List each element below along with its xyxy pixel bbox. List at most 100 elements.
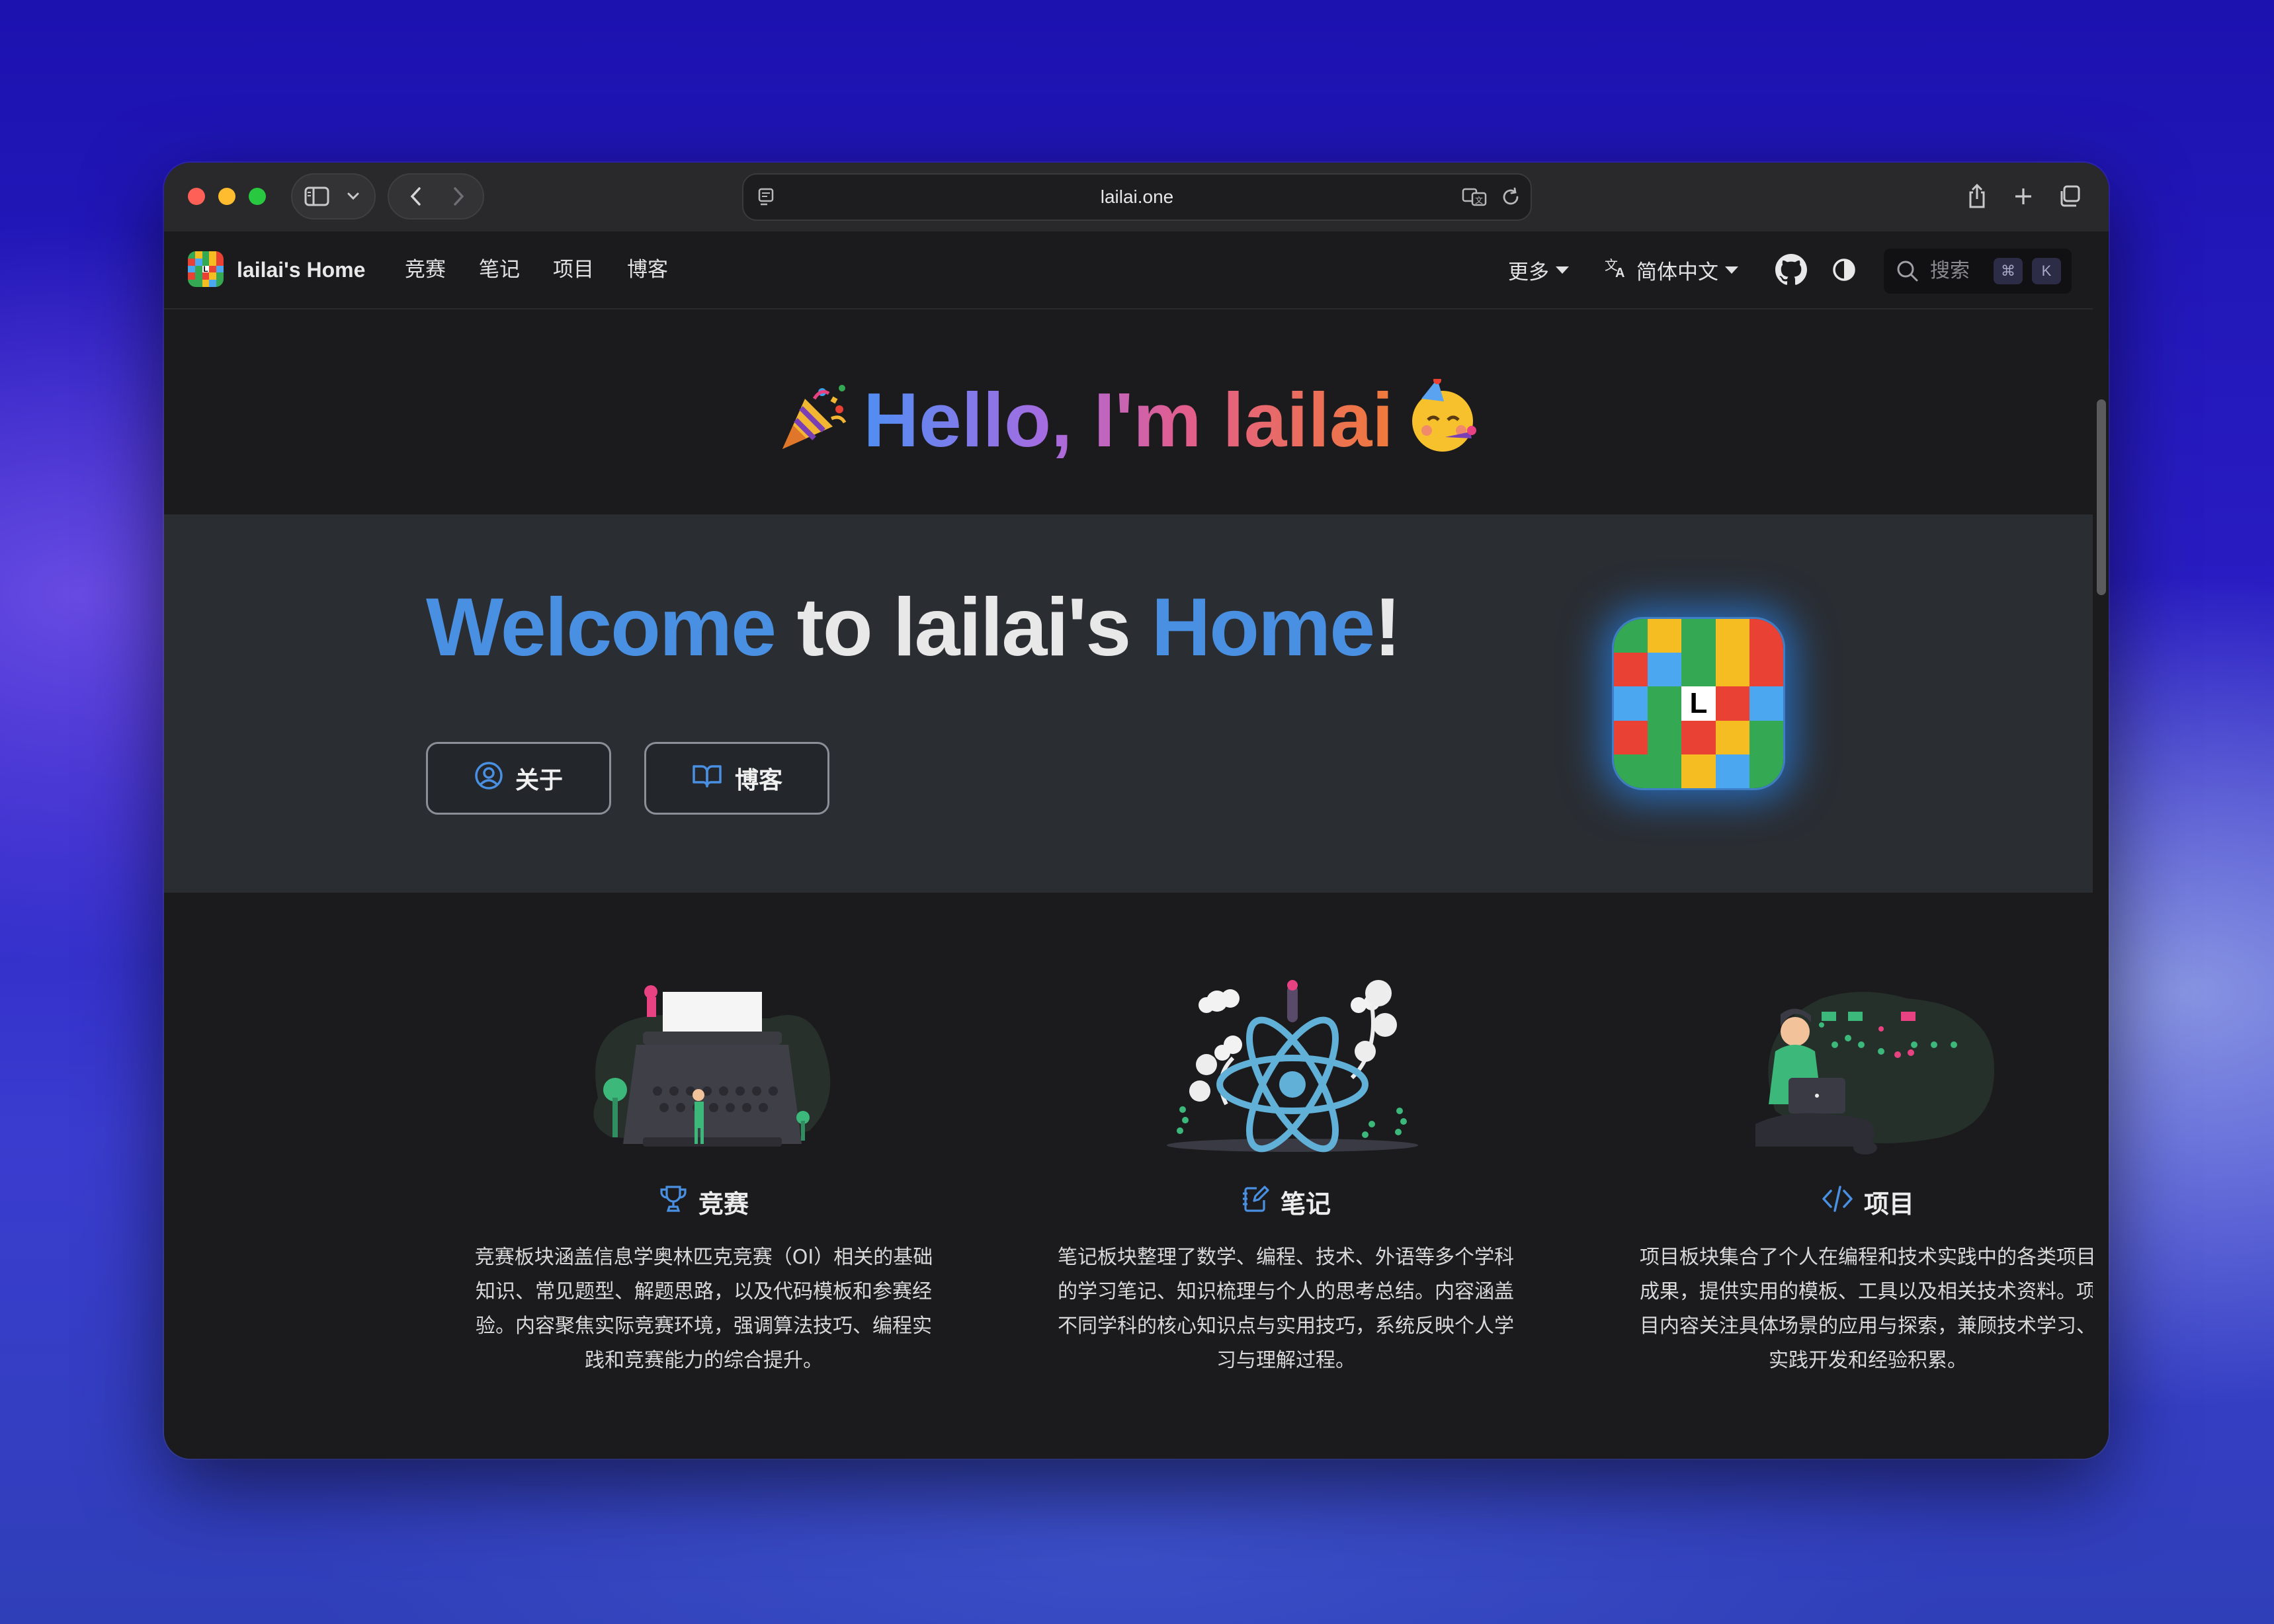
language-dropdown[interactable]: 文A 简体中文 xyxy=(1603,231,1738,308)
logo-tile xyxy=(209,265,217,273)
logo-tile xyxy=(1648,686,1682,721)
logo-tile xyxy=(216,258,224,266)
logo-tile xyxy=(1614,754,1648,788)
blog-button-label: 博客 xyxy=(734,766,782,793)
hero-hello-section: Hello, I'm lailai xyxy=(164,309,2093,514)
reload-icon[interactable] xyxy=(1500,186,1521,211)
search-icon xyxy=(1896,259,1919,286)
site-brand[interactable]: lailai's Home xyxy=(237,231,365,308)
logo-tile xyxy=(1614,686,1648,721)
about-button[interactable]: 关于 xyxy=(426,742,611,815)
logo-tile xyxy=(209,258,217,266)
desc-line: 不同学科的核心知识点与实用技巧，系统反映个人学 xyxy=(1058,1315,1514,1338)
feature-desc-competition: 竞赛板块涵盖信息学奥林匹克竞赛（OI）相关的基础 知识、常见题型、解题思路，以及… xyxy=(459,1240,948,1378)
forward-icon[interactable] xyxy=(441,175,478,218)
theme-toggle-icon[interactable] xyxy=(1827,253,1861,287)
svg-text:文: 文 xyxy=(1475,195,1483,205)
feature-title-competition-text: 竞赛 xyxy=(698,1191,749,1219)
scrollbar-thumb[interactable] xyxy=(2097,399,2106,595)
nav-link-competition[interactable]: 竞赛 xyxy=(405,231,446,308)
history-nav-group xyxy=(388,173,484,220)
hero-logo xyxy=(1614,619,1783,788)
address-bar[interactable]: lailai.one 文 xyxy=(742,173,1532,221)
trophy-icon xyxy=(659,1184,688,1220)
zoom-window-button[interactable] xyxy=(249,188,266,205)
logo-tile xyxy=(188,280,195,287)
code-icon xyxy=(1822,1184,1853,1220)
logo-tile xyxy=(1715,619,1749,653)
about-button-label: 关于 xyxy=(515,766,563,793)
search-placeholder: 搜索 xyxy=(1930,260,1970,282)
tab-overview-icon[interactable] xyxy=(2046,173,2093,220)
blog-button[interactable]: 博客 xyxy=(644,742,829,815)
nav-link-notes[interactable]: 笔记 xyxy=(479,231,520,308)
site-logo[interactable] xyxy=(188,251,224,287)
close-window-button[interactable] xyxy=(188,188,205,205)
logo-tile xyxy=(1648,619,1682,653)
logo-tile xyxy=(194,265,202,273)
search-box[interactable]: 搜索 ⌘ K xyxy=(1884,249,2072,294)
welcome-section: Welcome to lailai's Home! 关于 博客 xyxy=(164,514,2093,893)
developer-laptop-illustration xyxy=(1749,979,2000,1157)
logo-tile xyxy=(1749,754,1783,788)
features-section: 竞赛 竞赛板块涵盖信息学奥林匹克竞赛（OI）相关的基础 知识、常见题型、解题思路… xyxy=(164,893,2096,1459)
logo-tile xyxy=(209,280,217,287)
more-label: 更多 xyxy=(1508,260,1549,284)
logo-tile xyxy=(188,251,195,259)
minimize-window-button[interactable] xyxy=(218,188,235,205)
feature-title-projects[interactable]: 项目 xyxy=(1623,1184,2109,1220)
page-scrollbar[interactable] xyxy=(2093,231,2109,1459)
logo-tile xyxy=(202,280,210,287)
logo-tile xyxy=(188,265,195,273)
sidebar-icon[interactable] xyxy=(299,175,335,218)
browser-toolbar: lailai.one 文 xyxy=(164,163,2109,231)
new-tab-icon[interactable] xyxy=(2000,173,2046,220)
feature-title-notes[interactable]: 笔记 xyxy=(1041,1184,1531,1220)
caret-down-icon xyxy=(1725,266,1738,274)
github-icon[interactable] xyxy=(1774,253,1808,287)
back-icon[interactable] xyxy=(397,175,434,218)
logo-tile xyxy=(1681,720,1716,754)
desc-line: 目内容关注具体场景的应用与探索，兼顾技术学习、 xyxy=(1640,1315,2096,1338)
share-icon[interactable] xyxy=(1954,173,2000,220)
logo-tile xyxy=(194,280,202,287)
nav-link-projects[interactable]: 项目 xyxy=(553,231,594,308)
welcome-home: Home xyxy=(1151,582,1376,673)
logo-tile xyxy=(1614,653,1648,687)
desc-line: 知识、常见题型、解题思路，以及代码模板和参赛经 xyxy=(476,1280,932,1303)
desc-line: 践和竞赛能力的综合提升。 xyxy=(585,1349,823,1372)
logo-tile xyxy=(209,272,217,280)
logo-tile xyxy=(202,251,210,259)
logo-tile xyxy=(216,280,224,287)
chevron-down-icon[interactable] xyxy=(339,175,368,218)
desc-line: 验。内容聚焦实际竞赛环境，强调算法技巧、编程实 xyxy=(476,1315,932,1338)
language-icon: 文A xyxy=(1603,255,1630,284)
feature-title-projects-text: 项目 xyxy=(1863,1191,1914,1219)
desc-line: 习与理解过程。 xyxy=(1216,1349,1355,1372)
logo-tile xyxy=(1715,686,1749,721)
logo-tile xyxy=(1715,720,1749,754)
logo-tile xyxy=(1681,686,1716,721)
logo-tile xyxy=(1648,653,1682,687)
translate-icon[interactable]: 文 xyxy=(1462,186,1488,211)
browser-window: lailai.one 文 lailai's Home 竞赛 笔记 项目 博客 更… xyxy=(164,163,2109,1459)
party-popper-icon xyxy=(776,379,853,473)
logo-tile xyxy=(216,272,224,280)
logo-tile xyxy=(1681,653,1716,687)
logo-tile xyxy=(1681,619,1716,653)
welcome-heading: Welcome to lailai's Home! xyxy=(426,581,1402,674)
welcome-middle: to lailai's xyxy=(775,582,1152,673)
site-navbar: lailai's Home 竞赛 笔记 项目 博客 更多 文A 简体中文 搜索 … xyxy=(164,231,2093,309)
url-text[interactable]: lailai.one xyxy=(743,175,1531,220)
nav-link-blog[interactable]: 博客 xyxy=(627,231,668,308)
logo-tile xyxy=(194,258,202,266)
feature-title-competition[interactable]: 竞赛 xyxy=(459,1184,948,1220)
notebook-pen-icon xyxy=(1241,1184,1270,1220)
logo-tile xyxy=(1749,686,1783,721)
shortcut-k-key: K xyxy=(2032,258,2061,284)
sidebar-toggle-group[interactable] xyxy=(291,173,376,220)
logo-tile xyxy=(202,265,210,273)
more-dropdown[interactable]: 更多 xyxy=(1508,231,1569,308)
hello-text: Hello, I'm lailai xyxy=(863,377,1394,463)
logo-tile xyxy=(1749,619,1783,653)
